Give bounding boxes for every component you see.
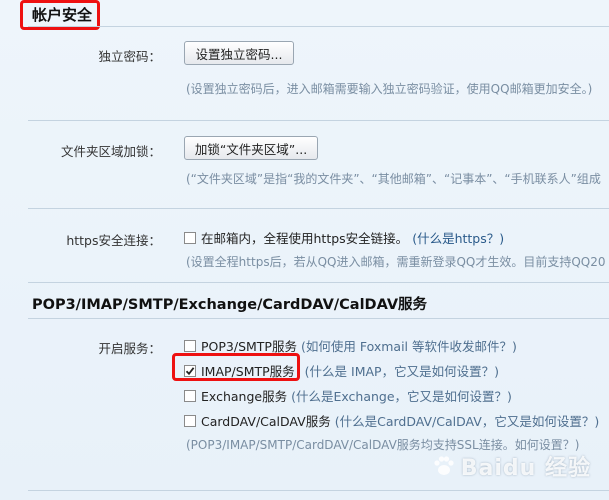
pop3-section-title: POP3/IMAP/SMTP/Exchange/CardDAV/CalDAV服务 [32,297,428,313]
imap-smtp-checkbox[interactable] [184,364,196,377]
exchange-checkbox[interactable] [184,389,196,402]
independent-password-label: 独立密码： [98,49,161,64]
paw-icon [434,456,454,475]
https-label: https安全连接： [66,233,161,248]
pop3-smtp-checkbox[interactable] [184,339,196,352]
carddav-caldav-option[interactable]: CardDAV/CalDAV服务 (什么是CardDAV/CalDAV，它又是如… [184,411,599,430]
https-checkbox-label: 在邮箱内，全程使用https安全链接。 [201,231,409,246]
carddav-caldav-help-link[interactable]: (什么是CardDAV/CalDAV，它又是如何设置？) [335,411,599,430]
imap-smtp-label: IMAP/SMTP服务 [201,364,295,379]
divider [28,120,609,121]
watermark-text: Baidu 经验 [460,456,591,481]
divider [28,318,609,319]
carddav-caldav-label: CardDAV/CalDAV服务 [201,414,331,429]
divider [28,26,609,27]
folder-lock-label: 文件夹区域加锁： [60,144,161,159]
exchange-label: Exchange服务 [201,389,288,404]
carddav-caldav-checkbox[interactable] [184,414,196,427]
enable-service-label: 开启服务： [98,341,161,356]
baidu-watermark: Baidu 经验 [431,450,591,482]
checkmark-icon [185,366,195,375]
set-independent-password-button[interactable]: 设置独立密码... [184,41,294,65]
folder-lock-hint: (“文件夹区域”是指“我的文件夹”、“其他邮箱”、“记事本”、“手机联系人”组成 [186,172,601,186]
https-option[interactable]: 在邮箱内，全程使用https安全链接。 (什么是https？) [184,228,504,247]
settings-panel: 帐户安全 独立密码： 设置独立密码... (设置独立密码后，进入邮箱需要输入独立… [0,0,609,500]
what-is-https-link[interactable]: (什么是https？) [412,228,504,247]
divider [28,490,609,491]
imap-smtp-option[interactable]: IMAP/SMTP服务 (什么是 IMAP，它又是如何设置？) [184,361,499,380]
exchange-option[interactable]: Exchange服务 (什么是Exchange，它又是如何设置？) [184,386,512,405]
imap-smtp-help-link[interactable]: (什么是 IMAP，它又是如何设置？) [305,361,499,380]
https-checkbox[interactable] [184,231,196,244]
pop3-smtp-option[interactable]: POP3/SMTP服务 (如何使用 Foxmail 等软件收发邮件？) [184,336,517,355]
pop3-smtp-label: POP3/SMTP服务 [201,339,297,354]
account-security-title: 帐户安全 [32,6,93,24]
https-hint: (设置全程https后，若从QQ进入邮箱，需重新登录QQ才生效。目前支持QQ20 [186,255,606,269]
exchange-help-link[interactable]: (什么是Exchange，它又是如何设置？) [291,386,512,405]
divider [28,208,609,209]
independent-password-hint: (设置独立密码后，进入邮箱需要输入独立密码验证，使用QQ邮箱更加安全。) [186,82,593,96]
folder-lock-button[interactable]: 加锁“文件夹区域”... [184,136,318,160]
divider [28,282,609,283]
pop3-smtp-help-link[interactable]: (如何使用 Foxmail 等软件收发邮件？) [301,336,517,355]
